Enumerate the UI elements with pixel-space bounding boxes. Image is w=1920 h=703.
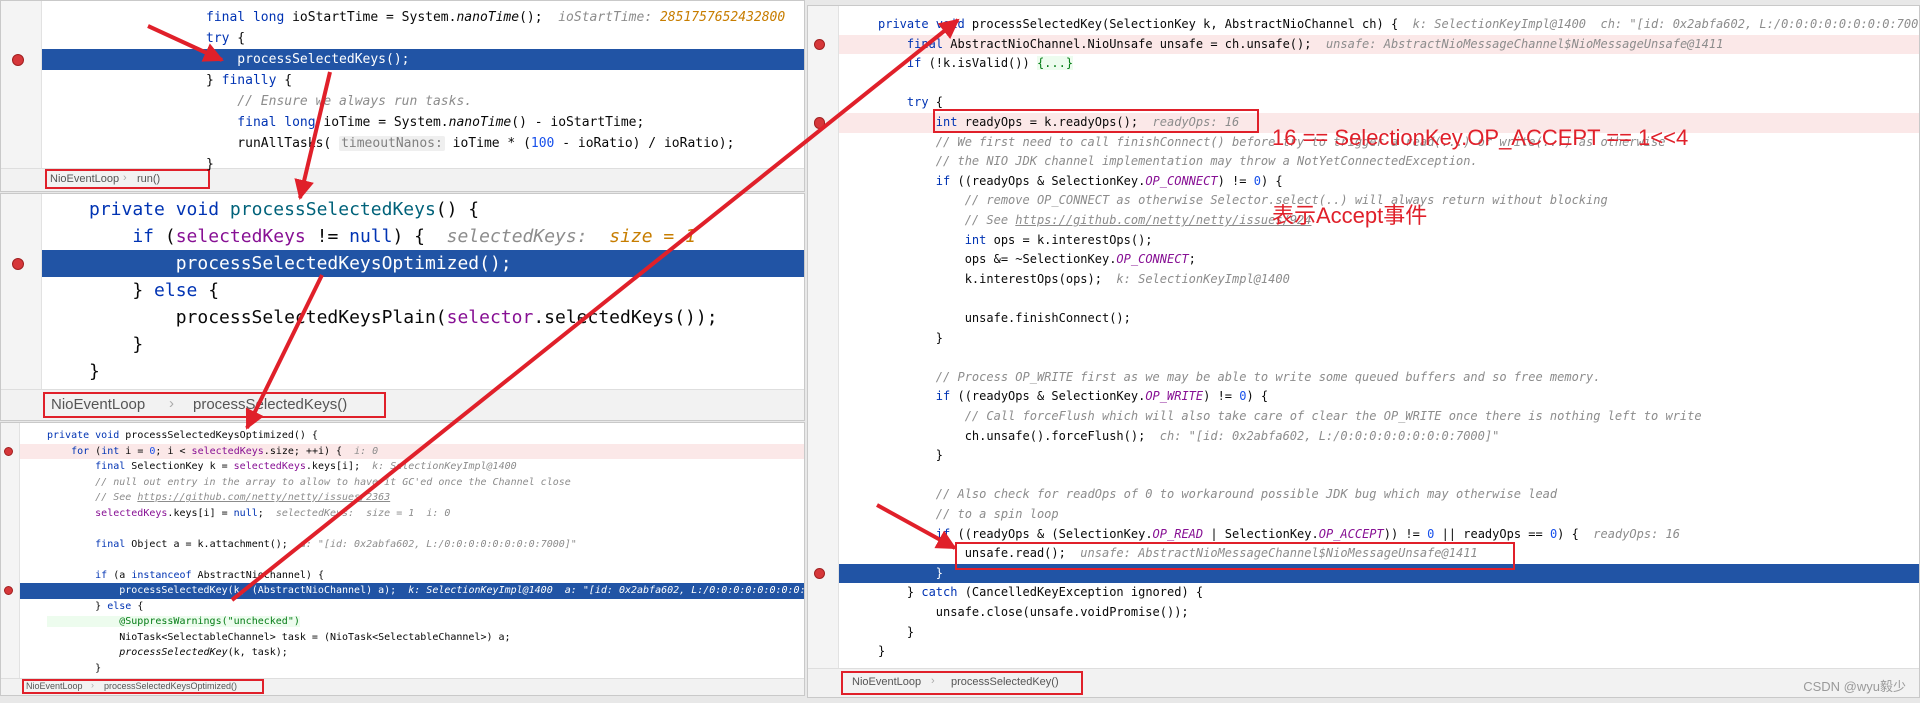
arrow-to-process-selected-key [230, 18, 960, 602]
arrow-to-psk-definition [294, 71, 332, 200]
arrow-to-process-selected-keys [147, 24, 224, 62]
arrow-to-optimized-definition [245, 274, 324, 430]
arrows-overlay [147, 18, 960, 602]
arrow-to-unsafe-read [876, 503, 957, 550]
